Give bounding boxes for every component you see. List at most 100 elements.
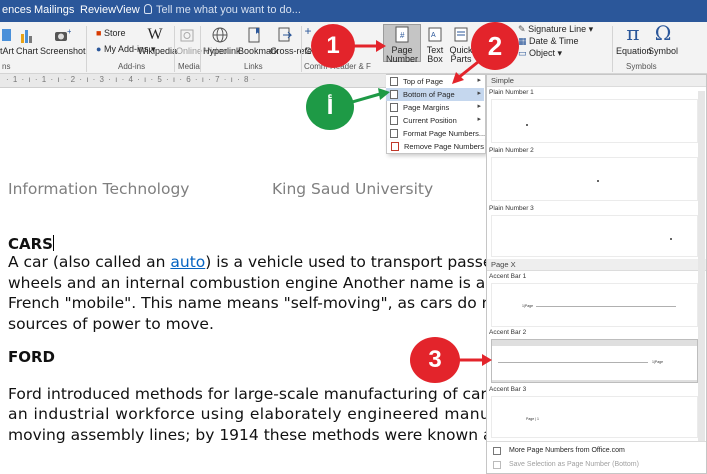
- gallery-scrollbar[interactable]: [698, 91, 705, 441]
- paragraph-line: French "mobile". This name means "self-m…: [8, 294, 541, 312]
- signature-line-button[interactable]: ✎ Signature Line ▾: [518, 24, 593, 34]
- header-left-text: Information Technology: [8, 180, 190, 198]
- callout-arrow-2: [452, 60, 479, 84]
- accent-bar-sample: 1|Page: [522, 304, 534, 308]
- smartart-icon: [2, 29, 11, 41]
- group-separator: [174, 26, 175, 72]
- calendar-icon: ▦: [518, 36, 527, 46]
- text-box-button[interactable]: A Text Box: [422, 26, 448, 64]
- office-icon: [493, 447, 501, 455]
- heading-ford: FORD: [8, 348, 55, 366]
- gallery-item-plain-number-2[interactable]: [491, 157, 698, 201]
- svg-text:+: +: [67, 27, 71, 36]
- menu-item-page-margins[interactable]: Page Margins ▸: [386, 101, 484, 114]
- pi-icon: π: [626, 21, 640, 45]
- paragraph-line: A car (also called an auto) is a vehicle…: [8, 253, 522, 271]
- cross-reference-icon: [278, 27, 293, 42]
- store-button[interactable]: ■ Store: [96, 28, 125, 38]
- paragraph-line: moving assembly lines; by 1914 these met…: [8, 426, 538, 444]
- page-number-button[interactable]: # Page Number: [383, 24, 421, 64]
- omega-icon: Ω: [654, 21, 672, 45]
- group-separator: [612, 26, 613, 72]
- wikipedia-button[interactable]: W Wikipedia: [138, 26, 177, 56]
- symbol-button[interactable]: Ω Symbol: [648, 22, 678, 56]
- menu-item-remove-page-numbers[interactable]: Remove Page Numbers: [387, 140, 485, 153]
- tab-review[interactable]: Review: [80, 4, 116, 16]
- page-number-menu-tail: Remove Page Numbers: [386, 140, 486, 154]
- gallery-item-accent-bar-1[interactable]: 1|Page: [491, 283, 698, 327]
- object-icon: ▭: [518, 48, 527, 58]
- group-separator: [86, 26, 87, 72]
- online-video-button[interactable]: Online Video: [176, 26, 227, 56]
- cross-reference-button[interactable]: Cross-reference: [270, 26, 335, 56]
- store-icon: ■: [96, 28, 102, 38]
- group-label-links: Links: [244, 62, 263, 71]
- gallery-section-pagex: Page X: [487, 259, 706, 271]
- accent-bar-line: [498, 362, 648, 363]
- bookmark-button[interactable]: Bookmark: [238, 26, 279, 56]
- tell-me-box[interactable]: Tell me what you want to do...: [144, 4, 301, 16]
- tell-me-label: Tell me what you want to do...: [156, 4, 301, 16]
- video-icon: [180, 29, 194, 42]
- callout-arrow-a: [352, 88, 390, 104]
- callout-arrow-3: [458, 354, 492, 366]
- remove-page-numbers-icon: [391, 142, 399, 151]
- submenu-arrow-icon: ▸: [477, 103, 481, 110]
- save-selection-item: Save Selection as Page Number (Bottom): [487, 459, 706, 472]
- svg-text:#: #: [400, 31, 405, 40]
- menu-item-current-position[interactable]: Current Position ▸: [386, 114, 484, 127]
- callout-step-3: 3: [410, 337, 460, 383]
- save-gallery-icon: [493, 461, 501, 469]
- page-margins-icon: [390, 103, 398, 112]
- text-cursor: [52, 235, 54, 251]
- current-position-icon: [390, 116, 398, 125]
- gallery-divider: [487, 441, 706, 442]
- page-number-dot: [526, 124, 528, 126]
- page-number-dot: [670, 238, 672, 240]
- gallery-item-title: Accent Bar 2: [489, 329, 527, 336]
- equation-button[interactable]: π Equation: [616, 21, 652, 56]
- gallery-item-plain-number-1[interactable]: [491, 99, 698, 143]
- page-number-icon: #: [395, 26, 409, 43]
- tab-references[interactable]: ences: [2, 4, 31, 16]
- chart-button[interactable]: Chart: [16, 26, 38, 56]
- callout-arrow-1: [352, 40, 386, 52]
- gallery-section-simple: Simple: [487, 75, 706, 87]
- ruler-marks: · 1 · ı · 1 · ı · 2 · ı · 3 · ı · 4 · ı …: [6, 75, 257, 84]
- svg-text:A: A: [431, 32, 436, 39]
- menu-item-bottom-of-page[interactable]: Bottom of Page ▸: [386, 88, 484, 101]
- accent-bar-sample: Page | 1: [526, 417, 539, 421]
- camera-icon: +: [55, 27, 71, 41]
- gallery-item-plain-number-3[interactable]: [491, 215, 698, 257]
- paragraph-line: wheels and an internal combustion engine…: [8, 274, 540, 292]
- menu-item-format-page-numbers[interactable]: Format Page Numbers...: [386, 127, 485, 140]
- text-box-icon: A: [428, 27, 442, 42]
- header-right-text: King Saud University: [272, 180, 434, 198]
- gallery-item-title: Plain Number 1: [489, 89, 534, 96]
- paragraph-line: sources of power to move.: [8, 315, 214, 333]
- object-button[interactable]: ▭ Object ▾: [518, 48, 562, 58]
- submenu-arrow-icon: ▸: [477, 116, 481, 123]
- more-page-numbers-item[interactable]: More Page Numbers from Office.com: [487, 445, 706, 458]
- smartart-button[interactable]: tArt: [0, 26, 14, 56]
- link-auto[interactable]: auto: [170, 253, 205, 271]
- date-time-button[interactable]: ▦ Date & Time: [518, 36, 579, 46]
- group-label-illustrations: ns: [2, 62, 11, 71]
- gallery-item-accent-bar-2[interactable]: 1|Page: [491, 339, 698, 383]
- gallery-item-title: Accent Bar 3: [489, 386, 527, 393]
- hyperlink-button[interactable]: Hyperlink: [203, 26, 241, 56]
- quick-parts-icon: [454, 27, 468, 42]
- paragraph-line: an industrial workforce using elaboratel…: [8, 405, 539, 423]
- chart-icon: [21, 30, 32, 43]
- screenshot-button[interactable]: + Screenshot: [40, 26, 86, 56]
- format-page-numbers-icon: [390, 129, 398, 138]
- group-separator: [200, 26, 201, 72]
- globe-link-icon: [212, 27, 228, 43]
- paragraph-line: Ford introduced methods for large-scale …: [8, 385, 539, 403]
- ribbon-tab-bar: ences Mailings Review View Tell me what …: [0, 0, 707, 22]
- bottom-of-page-icon: [390, 90, 398, 99]
- tab-view[interactable]: View: [116, 4, 140, 16]
- gallery-item-accent-bar-3[interactable]: Page | 1: [491, 396, 698, 438]
- callout-step-1: 1: [311, 24, 355, 68]
- tab-mailings[interactable]: Mailings: [34, 4, 74, 16]
